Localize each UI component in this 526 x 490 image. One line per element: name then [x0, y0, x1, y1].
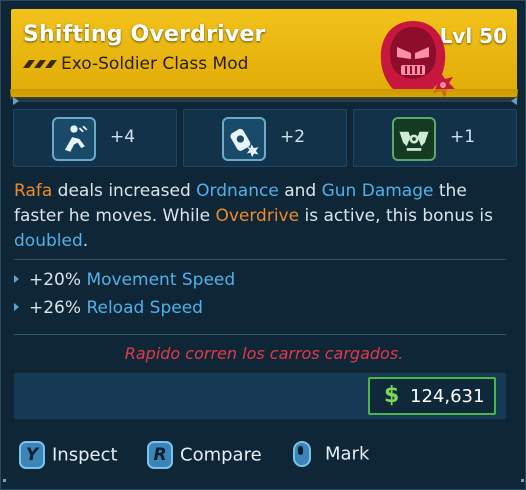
desc-text: and	[278, 181, 322, 201]
corner-marker	[521, 479, 524, 482]
stat-value: +20%	[29, 270, 82, 290]
mark-button[interactable]: Mark	[293, 441, 369, 471]
price-bar: $ 124,631	[14, 373, 506, 419]
rarity-chevrons-icon	[23, 60, 57, 68]
currency-icon: $	[384, 383, 400, 408]
mouse-button-icon	[293, 441, 311, 467]
skill-bonus-3[interactable]: +1	[353, 109, 517, 167]
flavor-text: Rapido corren los carros cargados.	[124, 344, 404, 363]
stat-value: +26%	[29, 298, 82, 318]
action-prompts: Y Inspect R Compare Mark	[19, 441, 519, 471]
desc-character: Rafa	[14, 181, 53, 201]
skill-bonuses: +4 +2 +1	[13, 109, 517, 171]
skill-bonus-value: +2	[280, 127, 306, 147]
desc-keyword-doubled: doubled	[14, 231, 83, 251]
desc-text: deals increased	[52, 181, 197, 201]
price-tag: $ 124,631	[368, 377, 496, 415]
desc-keyword-ordnance: Ordnance	[196, 181, 279, 201]
stat-line: +20% Movement Speed	[14, 270, 235, 290]
stat-label: Movement Speed	[86, 270, 236, 290]
soldier-slide-icon	[52, 117, 96, 161]
item-description: Rafa deals increased Ordnance and Gun Da…	[14, 179, 519, 254]
desc-text: .	[82, 231, 89, 251]
stats-divider	[14, 334, 506, 335]
item-subtitle: Exo-Soldier Class Mod	[61, 54, 249, 74]
grenade-blast-icon	[222, 117, 266, 161]
header-divider	[13, 97, 517, 105]
compare-button[interactable]: R Compare	[147, 441, 262, 471]
stat-line: +26% Reload Speed	[14, 298, 203, 318]
r-key-icon: R	[147, 441, 173, 469]
price-amount: 124,631	[410, 386, 485, 407]
y-key-icon: Y	[19, 441, 45, 469]
skill-bonus-value: +4	[110, 127, 136, 147]
item-header: Shifting Overdriver Exo-Soldier Class Mo…	[10, 9, 518, 101]
skill-bonus-2[interactable]: +2	[183, 109, 347, 167]
inspect-button[interactable]: Y Inspect	[19, 441, 118, 471]
item-card: Shifting Overdriver Exo-Soldier Class Mo…	[0, 0, 526, 490]
bullet-arrow-icon	[14, 275, 19, 283]
hooded-skull-icon	[380, 21, 455, 97]
corner-marker	[3, 479, 6, 482]
mark-label: Mark	[325, 443, 370, 465]
item-title: Shifting Overdriver	[23, 22, 266, 47]
desc-keyword-overdrive: Overdrive	[215, 206, 300, 226]
skill-bonus-value: +1	[450, 127, 476, 147]
winged-emblem-icon	[392, 117, 436, 161]
stat-label: Reload Speed	[86, 298, 203, 318]
bullet-arrow-icon	[14, 303, 19, 311]
compare-label: Compare	[180, 444, 262, 466]
description-divider	[14, 259, 506, 260]
desc-text: is active, this bonus is	[299, 206, 493, 226]
desc-keyword-gun-damage: Gun Damage	[321, 181, 434, 201]
inspect-label: Inspect	[52, 444, 118, 466]
skill-bonus-1[interactable]: +4	[13, 109, 177, 167]
